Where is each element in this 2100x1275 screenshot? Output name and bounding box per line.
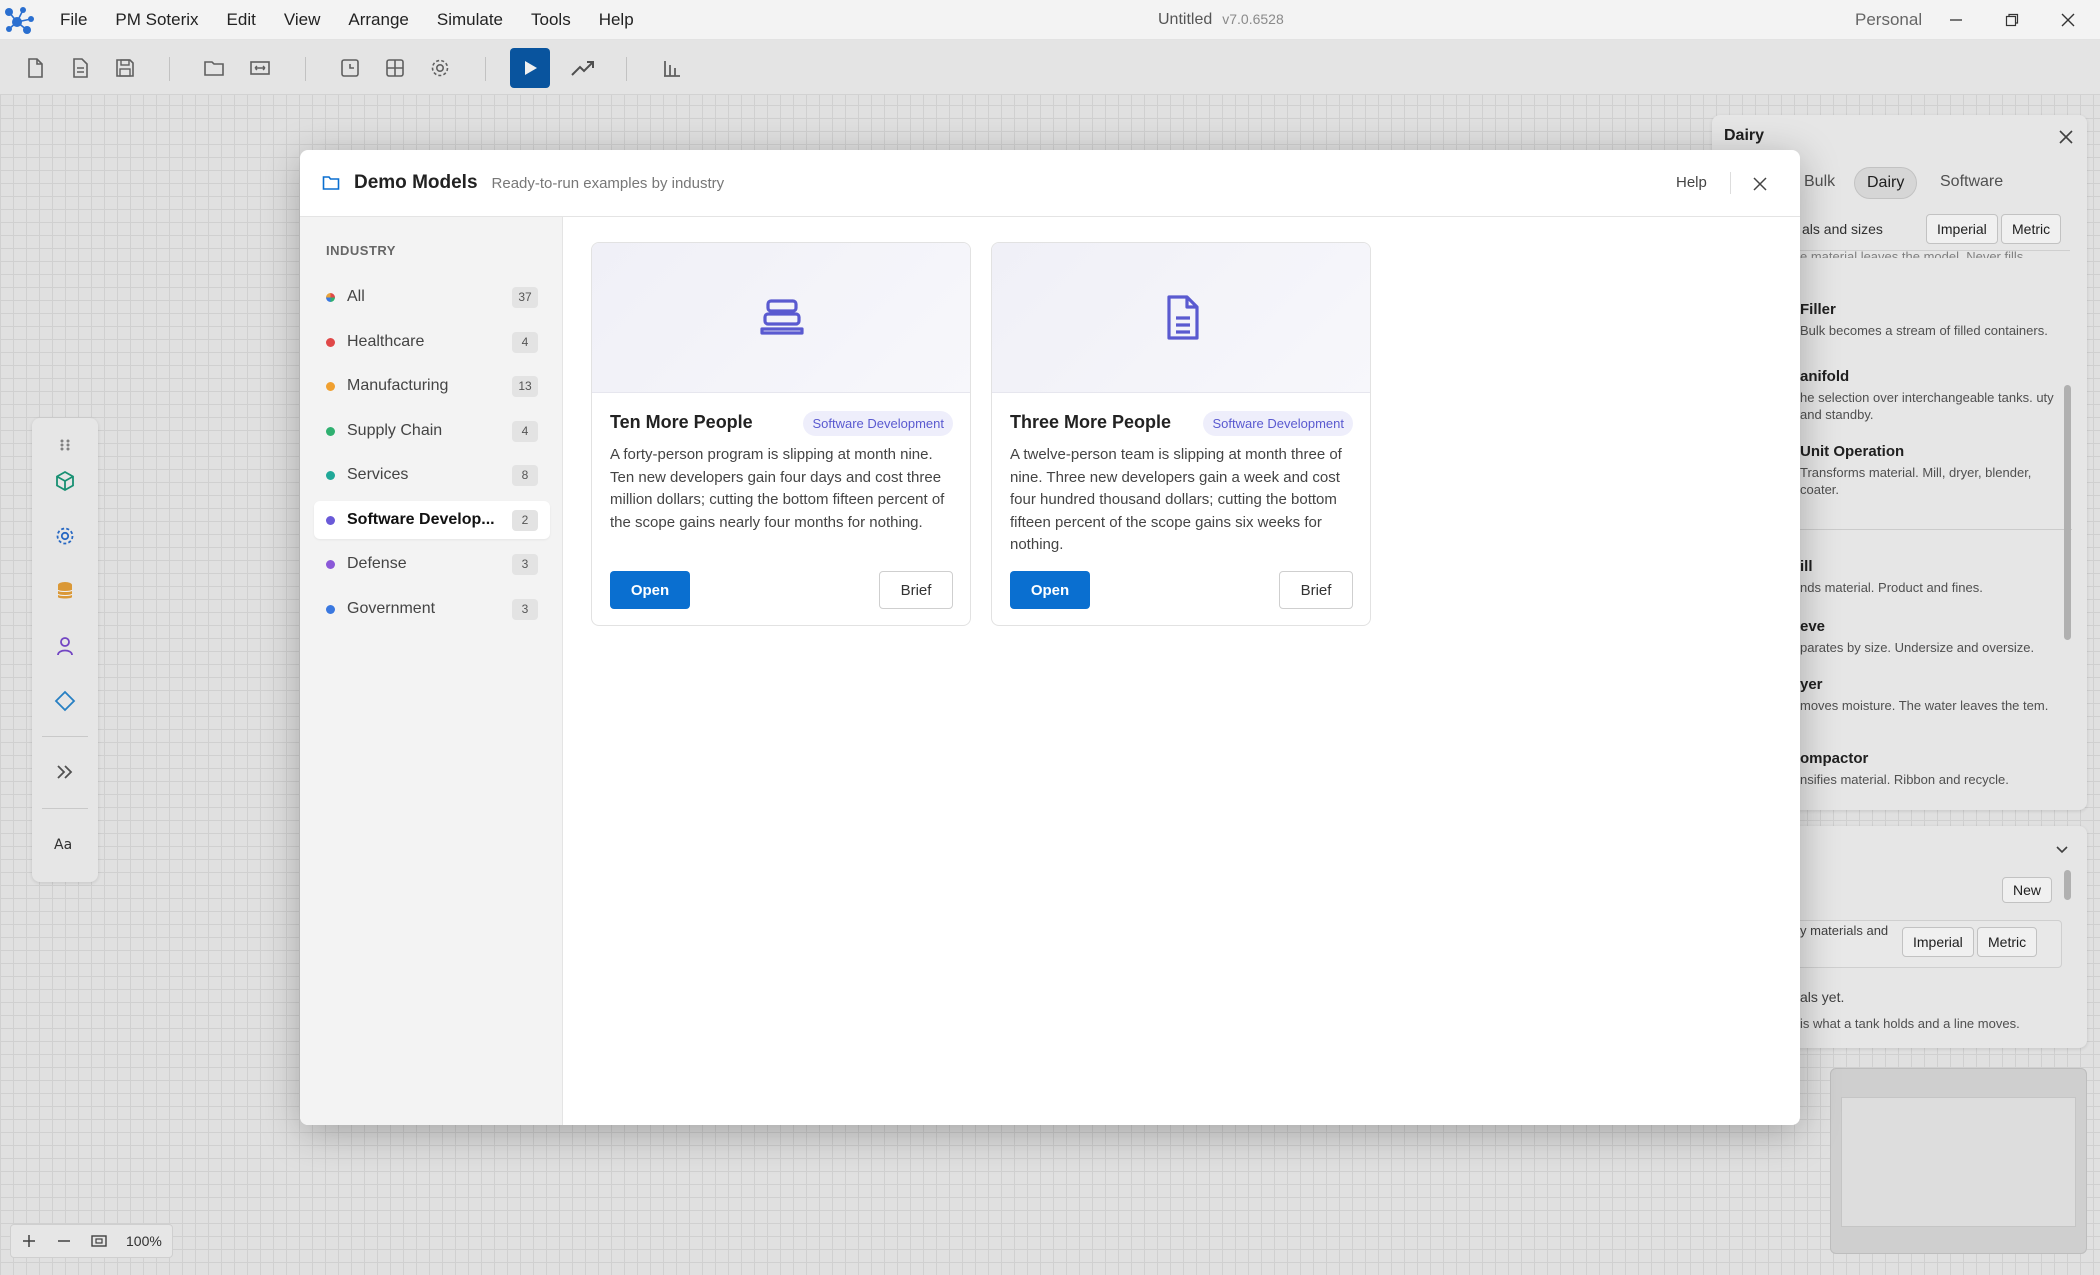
card-title: Three More People: [1010, 412, 1172, 432]
close-dialog-button[interactable]: [1746, 170, 1774, 198]
app-logo: [0, 0, 40, 40]
card-description: A forty-person program is slipping at mo…: [610, 446, 945, 531]
industry-heading: INDUSTRY: [326, 243, 396, 258]
menu-edit[interactable]: Edit: [213, 10, 270, 30]
industry-sidebar: INDUSTRY All 37 Healthcare 4 Manufacturi…: [300, 217, 563, 1125]
industry-count: 8: [512, 464, 538, 486]
industry-label: Government: [347, 600, 436, 617]
open-model-button[interactable]: Open: [1010, 571, 1090, 609]
folder-icon: [322, 175, 340, 191]
model-card[interactable]: Three More People Software Development A…: [991, 242, 1371, 626]
card-thumbnail: [992, 243, 1370, 393]
industry-label: Defense: [347, 555, 407, 572]
card-title: Ten More People: [610, 412, 753, 432]
document-icon: [1167, 294, 1199, 340]
minimize-icon: [1950, 19, 1962, 21]
menu-bar: File PM Soterix Edit View Arrange Simula…: [46, 10, 648, 30]
industry-label: Services: [347, 466, 409, 483]
brief-button[interactable]: Brief: [1279, 571, 1353, 609]
industry-count: 3: [512, 598, 538, 620]
stack-icon: [760, 298, 804, 335]
industry-item-all[interactable]: All 37: [314, 278, 550, 316]
industry-item-software-development[interactable]: Software Develop... 2: [314, 501, 550, 539]
industry-count: 2: [512, 509, 538, 531]
title-bar: File PM Soterix Edit View Arrange Simula…: [0, 0, 2100, 40]
industry-dot: [326, 426, 335, 436]
menu-pm-soterix[interactable]: PM Soterix: [101, 10, 212, 30]
brief-button[interactable]: Brief: [879, 571, 953, 609]
card-description: A twelve-person team is slipping at mont…: [1010, 446, 1342, 553]
industry-count: 4: [512, 331, 538, 353]
industry-label: Supply Chain: [347, 422, 443, 439]
industry-count: 37: [512, 286, 538, 308]
demo-models-dialog: Demo Models Ready-to-run examples by ind…: [300, 150, 1800, 1125]
menu-view[interactable]: View: [270, 10, 335, 30]
minimize-button[interactable]: [1928, 0, 1984, 40]
help-button[interactable]: Help: [1676, 174, 1707, 191]
header-divider: [1730, 172, 1731, 194]
card-industry-tag: Software Development: [1203, 411, 1353, 436]
card-thumbnail: [592, 243, 970, 393]
restore-icon: [2005, 13, 2019, 27]
industry-item-supply-chain[interactable]: Supply Chain 4: [314, 412, 550, 450]
close-icon: [2061, 13, 2075, 27]
close-icon: [1753, 177, 1767, 191]
dialog-subtitle: Ready-to-run examples by industry: [491, 174, 725, 192]
industry-label: Manufacturing: [347, 377, 449, 394]
industry-dot: [326, 337, 335, 347]
close-window-button[interactable]: [2040, 0, 2096, 40]
industry-item-defense[interactable]: Defense 3: [314, 545, 550, 583]
industry-item-manufacturing[interactable]: Manufacturing 13: [314, 367, 550, 405]
industry-count: 13: [512, 375, 538, 397]
industry-dot: [326, 470, 335, 480]
industry-label: Software Develop...: [347, 511, 495, 528]
industry-item-healthcare[interactable]: Healthcare 4: [314, 323, 550, 361]
industry-label: All: [347, 288, 365, 305]
menu-help[interactable]: Help: [585, 10, 648, 30]
card-industry-tag: Software Development: [803, 411, 953, 436]
menu-simulate[interactable]: Simulate: [423, 10, 517, 30]
industry-item-government[interactable]: Government 3: [314, 590, 550, 628]
document-title: Untitled v7.0.6528: [1158, 11, 1284, 29]
industry-count: 4: [512, 420, 538, 442]
industry-label: Healthcare: [347, 333, 425, 350]
dialog-header: Demo Models Ready-to-run examples by ind…: [300, 150, 1800, 217]
document-name: Untitled: [1158, 11, 1213, 28]
menu-file[interactable]: File: [46, 10, 101, 30]
industry-dot: [326, 292, 335, 302]
industry-item-services[interactable]: Services 8: [314, 456, 550, 494]
model-card[interactable]: Ten More People Software Development A f…: [591, 242, 971, 626]
industry-dot: [326, 515, 335, 525]
industry-dot: [326, 381, 335, 391]
open-model-button[interactable]: Open: [610, 571, 690, 609]
menu-tools[interactable]: Tools: [517, 10, 585, 30]
industry-count: 3: [512, 553, 538, 575]
version-label: v7.0.6528: [1222, 11, 1284, 27]
industry-dot: [326, 559, 335, 569]
restore-button[interactable]: [1984, 0, 2040, 40]
dialog-title: Demo Models: [354, 172, 478, 193]
industry-dot: [326, 604, 335, 614]
account-label[interactable]: Personal: [1855, 10, 1922, 30]
menu-arrange[interactable]: Arrange: [334, 10, 422, 30]
